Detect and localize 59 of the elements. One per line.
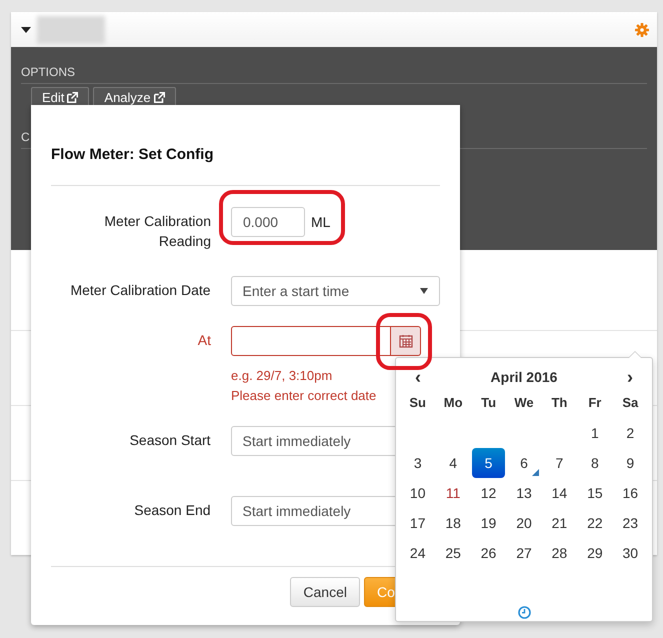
calendar-button[interactable] xyxy=(391,326,421,356)
gear-icon[interactable] xyxy=(635,22,649,36)
calendar-day[interactable]: 19 xyxy=(472,508,506,538)
calendar-day[interactable]: 30 xyxy=(614,538,647,568)
unit-label: ML xyxy=(311,213,330,232)
time-input[interactable] xyxy=(231,326,391,356)
calendar-day[interactable]: 7 xyxy=(542,448,576,478)
field-label: Meter Calibration Reading xyxy=(103,212,211,251)
weekday-label: Fr xyxy=(587,394,602,412)
external-link-icon xyxy=(154,92,165,103)
number-field[interactable]: 0.000 xyxy=(231,207,305,237)
calendar-day[interactable]: 15 xyxy=(578,478,612,508)
calendar-day[interactable]: 26 xyxy=(472,538,506,568)
calendar-day[interactable]: 13 xyxy=(507,478,541,508)
external-link-icon xyxy=(67,92,78,103)
calendar-day[interactable]: 22 xyxy=(578,508,612,538)
calendar-day[interactable]: 21 xyxy=(542,508,576,538)
calendar-day[interactable]: 20 xyxy=(507,508,541,538)
field-label: Season Start xyxy=(128,431,211,450)
help-text: Please enter correct date xyxy=(231,387,376,405)
caret-icon xyxy=(420,288,428,294)
field-label: At xyxy=(196,331,211,350)
weekday-label: Mo xyxy=(442,394,464,412)
calendar-day[interactable]: 23 xyxy=(614,508,647,538)
section-heading: C xyxy=(21,130,30,144)
cancel-button[interactable]: Cancel xyxy=(290,577,360,607)
calendar-day[interactable]: 14 xyxy=(542,478,576,508)
help-text: e.g. 29/7, 3:10pm xyxy=(231,367,332,385)
weekday-label: Tu xyxy=(480,394,498,412)
calendar-day[interactable]: 28 xyxy=(542,538,576,568)
calendar-icon xyxy=(398,334,412,348)
calendar-day[interactable]: 24 xyxy=(401,538,434,568)
weekday-label: Th xyxy=(550,394,568,412)
calendar-day[interactable]: 27 xyxy=(507,538,541,568)
calendar-day[interactable]: 9 xyxy=(614,448,647,478)
month-title: April 2016 xyxy=(490,369,558,385)
calendar-day[interactable]: 25 xyxy=(436,538,470,568)
calendar-day[interactable]: 16 xyxy=(614,478,647,508)
calendar-day[interactable]: 5 xyxy=(472,448,506,478)
calendar-day[interactable]: 2 xyxy=(614,418,647,448)
calendar-day[interactable]: 12 xyxy=(472,478,506,508)
annotation-outline xyxy=(376,313,432,370)
calendar-day[interactable]: 1 xyxy=(578,418,612,448)
date-dropdown[interactable]: Enter a start time xyxy=(230,276,440,306)
caret-icon[interactable] xyxy=(21,26,31,32)
field-label: Season End xyxy=(133,501,211,520)
weekday-label: Su xyxy=(408,394,428,412)
previous-month-button[interactable]: ‹ xyxy=(400,366,436,388)
calendar-day[interactable]: 8 xyxy=(578,448,612,478)
calendar-day[interactable]: 29 xyxy=(578,538,612,568)
next-month-button[interactable]: › xyxy=(612,366,648,388)
blurred-title xyxy=(37,16,105,44)
weekday-label: Sa xyxy=(621,394,640,412)
field-label: Meter Calibration Date xyxy=(69,281,211,300)
section-heading: OPTIONS xyxy=(21,65,76,79)
weekday-label: We xyxy=(513,394,535,412)
dialog-title: Flow Meter: Set Config xyxy=(51,146,214,164)
calendar-day[interactable]: 6 xyxy=(507,448,541,478)
clock-icon[interactable] xyxy=(518,606,530,619)
